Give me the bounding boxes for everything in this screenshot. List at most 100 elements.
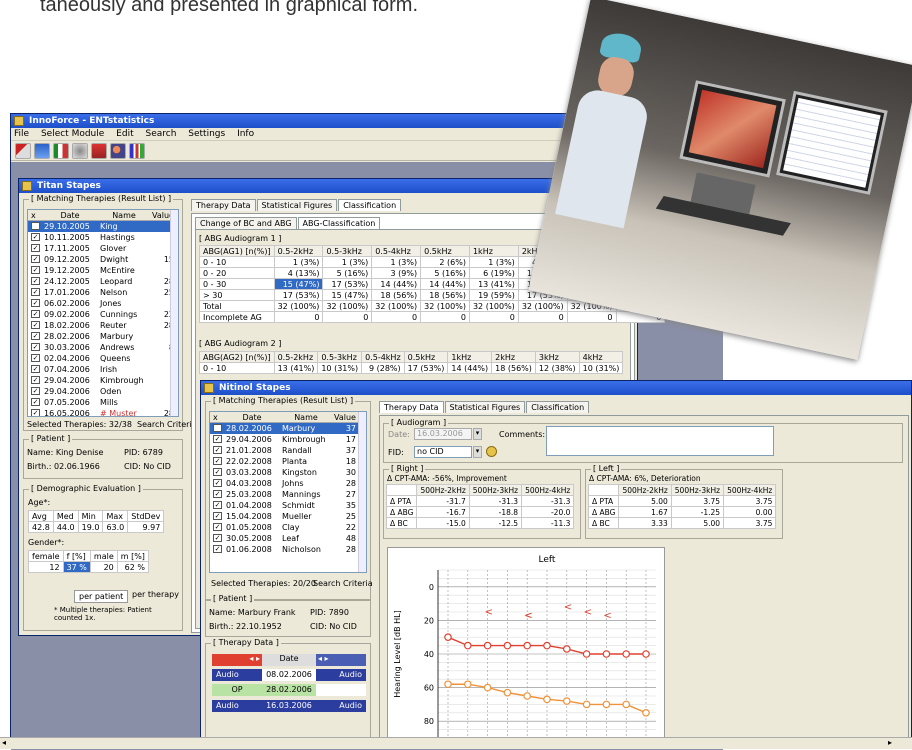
titan-list-item[interactable]: ✓ 02.04.2006 Queens: [28, 353, 178, 364]
checkbox[interactable]: ✓: [31, 288, 40, 296]
chart-icon[interactable]: [53, 142, 69, 159]
nitinol-list-item[interactable]: ✓ 25.03.2008 Mannings 27: [210, 489, 366, 500]
checkbox[interactable]: ✓: [31, 310, 40, 318]
titan-list-item[interactable]: ✓ 29.04.2006 Kimbrough: [28, 375, 178, 386]
checkbox[interactable]: ✓: [213, 534, 222, 542]
nitinol-list-scrollbar[interactable]: [358, 412, 366, 572]
titan-list-item[interactable]: ✓ 09.12.2005 Dwight 15: [28, 254, 178, 265]
users-icon[interactable]: [110, 142, 126, 159]
checkbox[interactable]: ✓: [31, 343, 40, 351]
titan-list-item[interactable]: ✓ 10.11.2005 Hastings: [28, 232, 178, 243]
checkbox[interactable]: ✓: [213, 435, 222, 443]
nitinol-list-item[interactable]: ✓ 01.06.2008 Nicholson 28: [210, 544, 366, 555]
checkbox[interactable]: ✓: [31, 354, 40, 362]
menu-settings[interactable]: Settings: [188, 129, 225, 139]
tab-classification[interactable]: Classification: [338, 199, 402, 211]
fid-dropdown-icon[interactable]: ▾: [473, 446, 482, 458]
titan-list-item[interactable]: ✓ 29.04.2006 Oden: [28, 386, 178, 397]
titan-list-scrollbar[interactable]: [170, 210, 178, 416]
titan-col-name[interactable]: Name: [96, 210, 152, 220]
titan-list-item[interactable]: ✓ 09.02.2006 Cunnings 22: [28, 309, 178, 320]
horizontal-scrollbar[interactable]: ◂ ▸: [0, 737, 912, 749]
subtab-abg-classification[interactable]: ABG-Classification: [297, 217, 381, 229]
titan-list-item[interactable]: ✓ 19.12.2005 McEntire: [28, 265, 178, 276]
checkbox[interactable]: ✓: [213, 501, 222, 509]
checkbox[interactable]: ✓: [31, 376, 40, 384]
checkbox[interactable]: ✓: [31, 222, 40, 230]
titan-list-item[interactable]: ✓ 29.10.2005 King: [28, 221, 178, 232]
nitinol-tab-classification[interactable]: Classification: [526, 401, 590, 413]
titan-list-item[interactable]: ✓ 16.05.2006 # Muster 28: [28, 408, 178, 416]
checkbox[interactable]: ✓: [31, 266, 40, 274]
nitinol-list-item[interactable]: ✓ 28.02.2006 Marbury 37: [210, 423, 366, 434]
therapy-right-arrow-icon[interactable]: ◂ ▸: [316, 654, 366, 666]
menu-edit[interactable]: Edit: [116, 129, 133, 139]
checkbox[interactable]: ✓: [31, 255, 40, 263]
nitinol-list-item[interactable]: ✓ 21.01.2008 Randall 37: [210, 445, 366, 456]
therapy-row-2[interactable]: OP 28.02.2006: [212, 684, 366, 696]
nitinol-list-item[interactable]: ✓ 04.03.2008 Johns 28: [210, 478, 366, 489]
nitinol-col-date[interactable]: Date: [226, 412, 278, 422]
nitinol-list-item[interactable]: ✓ 22.02.2008 Planta 18: [210, 456, 366, 467]
titan-search-criteria[interactable]: Search Criteria: [137, 420, 197, 429]
nitinol-list-item[interactable]: ✓ 03.03.2008 Kingston 30: [210, 467, 366, 478]
checkbox[interactable]: ✓: [31, 321, 40, 329]
nitinol-tab-therapy-data[interactable]: Therapy Data: [379, 401, 444, 413]
date-dropdown-icon[interactable]: ▾: [473, 428, 482, 440]
nitinol-col-value[interactable]: Value: [334, 412, 358, 422]
nitinol-list-item[interactable]: ✓ 15.04.2008 Mueller 25: [210, 511, 366, 522]
nitinol-search-criteria[interactable]: Search Criteria: [313, 579, 373, 588]
titan-result-list[interactable]: x Date Name Value ✓ 29.10.2005 King ✓ 10.11.…: [27, 209, 179, 417]
checkbox[interactable]: ✓: [31, 277, 40, 285]
checkbox[interactable]: ✓: [213, 457, 222, 465]
nitinol-col-name[interactable]: Name: [278, 412, 334, 422]
module-icon[interactable]: [34, 142, 50, 159]
scroll-left-icon[interactable]: ◂: [2, 738, 6, 747]
checkbox[interactable]: ✓: [31, 365, 40, 373]
table-row[interactable]: 0 - 10 13 (41%) 10 (31%) 9 (28%) 17 (53%) 14 …: [199, 362, 624, 374]
menu-file[interactable]: File: [14, 129, 29, 139]
titan-list-item[interactable]: ✓ 18.02.2006 Reuter 28: [28, 320, 178, 331]
subtab-change-bc-abg[interactable]: Change of BC and ABG: [195, 217, 297, 229]
therapy-row-1[interactable]: Audio 08.02.2006 Audio: [212, 669, 366, 681]
titan-list-item[interactable]: ✓ 17.11.2005 Glover: [28, 243, 178, 254]
settings-icon[interactable]: [72, 142, 88, 159]
therapy-date-header[interactable]: Date: [262, 654, 316, 666]
nitinol-list-item[interactable]: ✓ 29.04.2006 Kimbrough 17: [210, 434, 366, 445]
checkbox[interactable]: ✓: [31, 398, 40, 406]
checkbox[interactable]: ✓: [213, 424, 222, 432]
per-patient-button[interactable]: per patient: [74, 590, 129, 603]
checkbox[interactable]: ✓: [31, 387, 40, 395]
titan-list-item[interactable]: ✓ 07.04.2006 Irish: [28, 364, 178, 375]
back-icon[interactable]: [15, 142, 31, 159]
checkbox[interactable]: ✓: [213, 490, 222, 498]
nitinol-list-item[interactable]: ✓ 01.04.2008 Schmidt 35: [210, 500, 366, 511]
therapy-row-3[interactable]: Audio 16.03.2006 Audio: [212, 700, 366, 712]
checkbox[interactable]: ✓: [213, 512, 222, 520]
checkbox[interactable]: ✓: [213, 446, 222, 454]
checkbox[interactable]: ✓: [213, 468, 222, 476]
titan-col-x[interactable]: x: [28, 210, 44, 220]
checkbox[interactable]: ✓: [31, 299, 40, 307]
nitinol-tab-statistical-figures[interactable]: Statistical Figures: [444, 401, 526, 413]
report-icon[interactable]: [91, 142, 107, 159]
fid-select[interactable]: no CID: [414, 446, 472, 458]
nitinol-col-x[interactable]: x: [210, 412, 226, 422]
titan-list-item[interactable]: ✓ 24.12.2005 Leopard 28: [28, 276, 178, 287]
checkbox[interactable]: ✓: [31, 332, 40, 340]
scroll-right-icon[interactable]: ▸: [888, 738, 892, 747]
titan-list-item[interactable]: ✓ 28.02.2006 Marbury: [28, 331, 178, 342]
menu-info[interactable]: Info: [237, 129, 254, 139]
statistics-icon[interactable]: [129, 142, 145, 159]
tab-therapy-data[interactable]: Therapy Data: [191, 199, 256, 211]
nitinol-list-item[interactable]: ✓ 01.05.2008 Clay 22: [210, 522, 366, 533]
nitinol-result-list[interactable]: x Date Name Value ✓ 28.02.2006 Marbury 37 ✓ 2…: [209, 411, 367, 573]
titan-col-date[interactable]: Date: [44, 210, 96, 220]
therapy-left-arrow-icon[interactable]: ◂ ▸: [212, 654, 262, 666]
titan-list-item[interactable]: ✓ 07.05.2006 Mills: [28, 397, 178, 408]
checkbox[interactable]: ✓: [213, 545, 222, 553]
titan-list-item[interactable]: ✓ 17.01.2006 Nelson 25: [28, 287, 178, 298]
checkbox[interactable]: ✓: [31, 233, 40, 241]
checkbox[interactable]: ✓: [31, 409, 40, 416]
titan-list-item[interactable]: ✓ 06.02.2006 Jones: [28, 298, 178, 309]
